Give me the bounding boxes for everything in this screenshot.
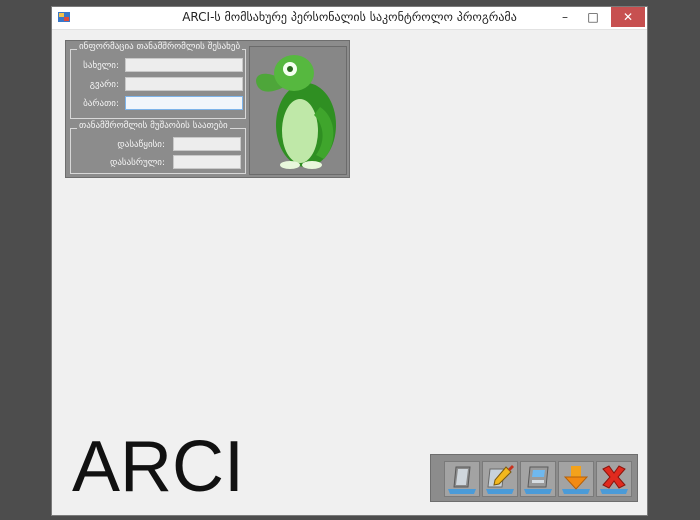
employee-info-title: ინფორმაცია თანამშრომლის შესახებ: [77, 42, 243, 52]
delete-button[interactable]: [596, 461, 632, 497]
end-label: დასასრული:: [109, 158, 165, 168]
toucan-mascot-icon: [256, 55, 336, 169]
edit-button[interactable]: [482, 461, 518, 497]
scan-card-button[interactable]: [444, 461, 480, 497]
read-card-button[interactable]: [520, 461, 556, 497]
edit-pencil-icon: [486, 465, 514, 494]
last-name-field[interactable]: [125, 77, 243, 91]
title-bar[interactable]: ARCI-ს მომსახურე პერსონალის საკონტროლო პ…: [52, 7, 647, 30]
start-time-field[interactable]: [173, 137, 241, 151]
app-window: ARCI-ს მომსახურე პერსონალის საკონტროლო პ…: [51, 6, 648, 516]
work-hours-group: თანამშრომლის მუშაობის საათები დასაწყისი:…: [70, 121, 246, 174]
first-name-field[interactable]: [125, 58, 243, 72]
last-name-label: გვარი:: [89, 80, 119, 90]
start-label: დასაწყისი:: [117, 140, 165, 150]
action-toolbar: [430, 454, 638, 502]
employee-panel: ინფორმაცია თანამშრომლის შესახებ სახელი: …: [65, 40, 350, 178]
work-hours-title: თანამშრომლის მუშაობის საათები: [77, 121, 230, 131]
download-arrow-icon: [562, 466, 590, 494]
card-field[interactable]: [125, 96, 243, 110]
card-reader-icon: [524, 466, 552, 494]
maximize-button[interactable]: □: [579, 7, 607, 27]
save-download-button[interactable]: [558, 461, 594, 497]
close-button[interactable]: ✕: [611, 7, 645, 27]
card-scanner-icon: [448, 466, 476, 494]
employee-info-group: ინფორმაცია თანამშრომლის შესახებ სახელი: …: [70, 42, 246, 119]
end-time-field[interactable]: [173, 155, 241, 169]
minimize-button[interactable]: –: [551, 7, 579, 27]
card-label: ბარათი:: [83, 99, 119, 109]
mascot-picture: [249, 46, 347, 175]
first-name-label: სახელი:: [83, 61, 119, 71]
arci-logo-text: ARCI: [72, 427, 245, 507]
delete-x-icon: [600, 465, 628, 494]
